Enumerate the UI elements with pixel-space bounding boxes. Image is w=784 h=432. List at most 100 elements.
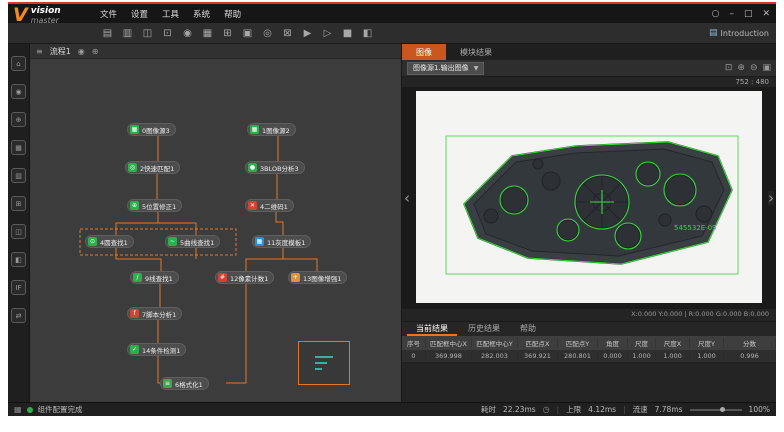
flow-list-icon[interactable]: ≡ (36, 47, 43, 56)
node-format[interactable]: ≡6格式化1 (160, 377, 209, 390)
separator: | (557, 405, 560, 414)
viewer-toolbar: 图像源1.输出图像 ▼ ⊡ ⊕ ⊖ ▣ (402, 60, 776, 77)
node-label: 7脚本分析1 (142, 309, 176, 319)
image-canvas[interactable]: 545532E-09 (416, 91, 762, 303)
tab-current-result[interactable]: 当前结果 (407, 322, 457, 336)
node-label: 13图像增强1 (303, 273, 341, 283)
calibration-icon[interactable]: ⊞ (11, 196, 26, 211)
node-fast-match[interactable]: ◎2快速匹配1 (125, 161, 180, 174)
close-button[interactable]: ✕ (762, 9, 770, 19)
zoom-slider[interactable] (690, 409, 742, 411)
menubar: 文件 设置 工具 系统 帮助 (100, 8, 241, 20)
node-line-find[interactable]: /9线查找1 (130, 271, 179, 284)
node-gray-template[interactable]: ▦11灰度模板1 (252, 235, 311, 248)
node-label: 1图像源2 (262, 125, 290, 135)
col-index: 序号 (402, 338, 426, 348)
data-table-icon[interactable]: ▦ (200, 26, 215, 41)
selector-label: 图像源1.输出图像 (413, 63, 469, 73)
theme-button[interactable]: ○ (712, 9, 720, 19)
logo-name: vision master (31, 7, 61, 25)
tab-history-result[interactable]: 历史结果 (459, 322, 509, 336)
communication-icon[interactable]: ⊠ (280, 26, 295, 41)
flow-add-icon[interactable]: ⊕ (92, 47, 99, 56)
table-row[interactable]: 0 369.998 282.003 369.921 280.801 0.000 … (402, 350, 776, 363)
app-logo: V vision master (13, 6, 61, 25)
node-image-source-2[interactable]: ▦1图像源2 (247, 123, 296, 136)
fit-view-icon[interactable]: ⊡ (725, 63, 733, 73)
node-pixel-count[interactable]: #12像素计数1 (215, 271, 274, 284)
menu-system[interactable]: 系统 (193, 8, 210, 20)
status-menu-icon[interactable]: ▦ (14, 405, 22, 414)
open-icon[interactable]: ▥ (120, 26, 135, 41)
stop-icon[interactable]: ■ (340, 26, 355, 41)
camera-icon[interactable]: ◉ (180, 26, 195, 41)
recognition-icon[interactable]: ▥ (11, 168, 26, 183)
node-label: 12像素计数1 (230, 273, 268, 283)
node-blob-analysis[interactable]: ●3BLOB分析3 (245, 161, 305, 174)
flow-tab-label[interactable]: 流程1 (50, 46, 71, 57)
col-scale-x: 尺度X (656, 338, 690, 348)
maximize-button[interactable]: □ (744, 9, 753, 19)
home-icon[interactable]: ⌂ (11, 56, 26, 71)
blob-icon: ● (248, 163, 257, 172)
image-processing-icon[interactable]: ◫ (11, 224, 26, 239)
col-score: 分数 (724, 338, 776, 348)
flow-canvas[interactable]: ▦0图像源3 ▦1图像源2 ◎2快速匹配1 ●3BLOB分析3 ⊕5位置修正1 … (30, 59, 401, 402)
pixel-count-icon: # (218, 273, 227, 282)
tab-module-result[interactable]: 模块结果 (446, 44, 506, 60)
cell-match-center-y: 282.003 (472, 352, 518, 360)
flow-run-icon[interactable]: ◉ (78, 47, 85, 56)
node-qrcode[interactable]: ✕4二维码1 (245, 199, 294, 212)
node-curve-find[interactable]: ~5曲线查找1 (165, 235, 220, 248)
menu-settings[interactable]: 设置 (131, 8, 148, 20)
cell-scale-x: 1.000 (656, 352, 690, 360)
color-processing-icon[interactable]: ◧ (11, 252, 26, 267)
logic-if-icon[interactable]: IF (11, 280, 26, 295)
image-viewer[interactable]: ‹ › (402, 87, 776, 309)
node-label: 5位置修正1 (142, 201, 176, 211)
image-source-selector[interactable]: 图像源1.输出图像 ▼ (407, 62, 484, 75)
module-list-icon[interactable]: ▣ (240, 26, 255, 41)
gray-template-icon: ▦ (255, 237, 264, 246)
tab-help[interactable]: 帮助 (511, 322, 545, 336)
node-script[interactable]: f7脚本分析1 (127, 307, 182, 320)
location-icon[interactable]: ⊕ (11, 112, 26, 127)
introduction-link[interactable]: ▤ Introduction (709, 28, 769, 38)
global-script-icon[interactable]: ◎ (260, 26, 275, 41)
match-icon: ◎ (128, 163, 137, 172)
minimize-button[interactable]: – (729, 9, 734, 19)
measure-icon[interactable]: ▦ (11, 140, 26, 155)
run-once-icon[interactable]: ▷ (320, 26, 335, 41)
menu-tools[interactable]: 工具 (162, 8, 179, 20)
cell-index: 0 (402, 352, 426, 360)
node-circle-find[interactable]: ⊙4圆查找1 (85, 235, 134, 248)
node-image-enhance[interactable]: +13图像增强1 (288, 271, 347, 284)
fullscreen-icon[interactable]: ▣ (762, 63, 771, 73)
save-all-icon[interactable]: ◫ (140, 26, 155, 41)
prev-image-arrow[interactable]: ‹ (404, 191, 410, 205)
tab-image[interactable]: 图像 (402, 44, 446, 60)
node-image-source-3[interactable]: ▦0图像源3 (127, 123, 176, 136)
dual-screen-icon[interactable]: ⊞ (220, 26, 235, 41)
zoom-in-icon[interactable]: ⊕ (737, 63, 745, 73)
zoom-slider-thumb[interactable] (720, 407, 725, 412)
acquisition-icon[interactable]: ◉ (11, 84, 26, 99)
zoom-out-icon[interactable]: ⊖ (750, 63, 758, 73)
script-icon: f (130, 309, 139, 318)
status-right: 耗时 22.23ms ◷ | 上限 4.12ms | 流速 7.78ms 100… (481, 404, 770, 415)
menu-file[interactable]: 文件 (100, 8, 117, 20)
next-image-arrow[interactable]: › (768, 191, 774, 205)
node-position-fix[interactable]: ⊕5位置修正1 (127, 199, 182, 212)
run-continuous-icon[interactable]: ▶ (300, 26, 315, 41)
minimap-window[interactable] (298, 341, 350, 385)
screenshot-icon[interactable]: ⊡ (160, 26, 175, 41)
position-icon: ⊕ (130, 201, 139, 210)
save-icon[interactable]: ▤ (100, 26, 115, 41)
menu-help[interactable]: 帮助 (224, 8, 241, 20)
col-match-center-x: 匹配框中心X (426, 338, 472, 348)
node-condition-check[interactable]: ✓14条件检测1 (127, 343, 186, 356)
enhance-icon: + (291, 273, 300, 282)
communication-tool-icon[interactable]: ⇄ (11, 308, 26, 323)
settings-icon[interactable]: ◧ (360, 26, 375, 41)
pixel-status-text: X:0.000 Y:0.000 | R:0.000 G:0.000 B:0.00… (631, 310, 769, 318)
